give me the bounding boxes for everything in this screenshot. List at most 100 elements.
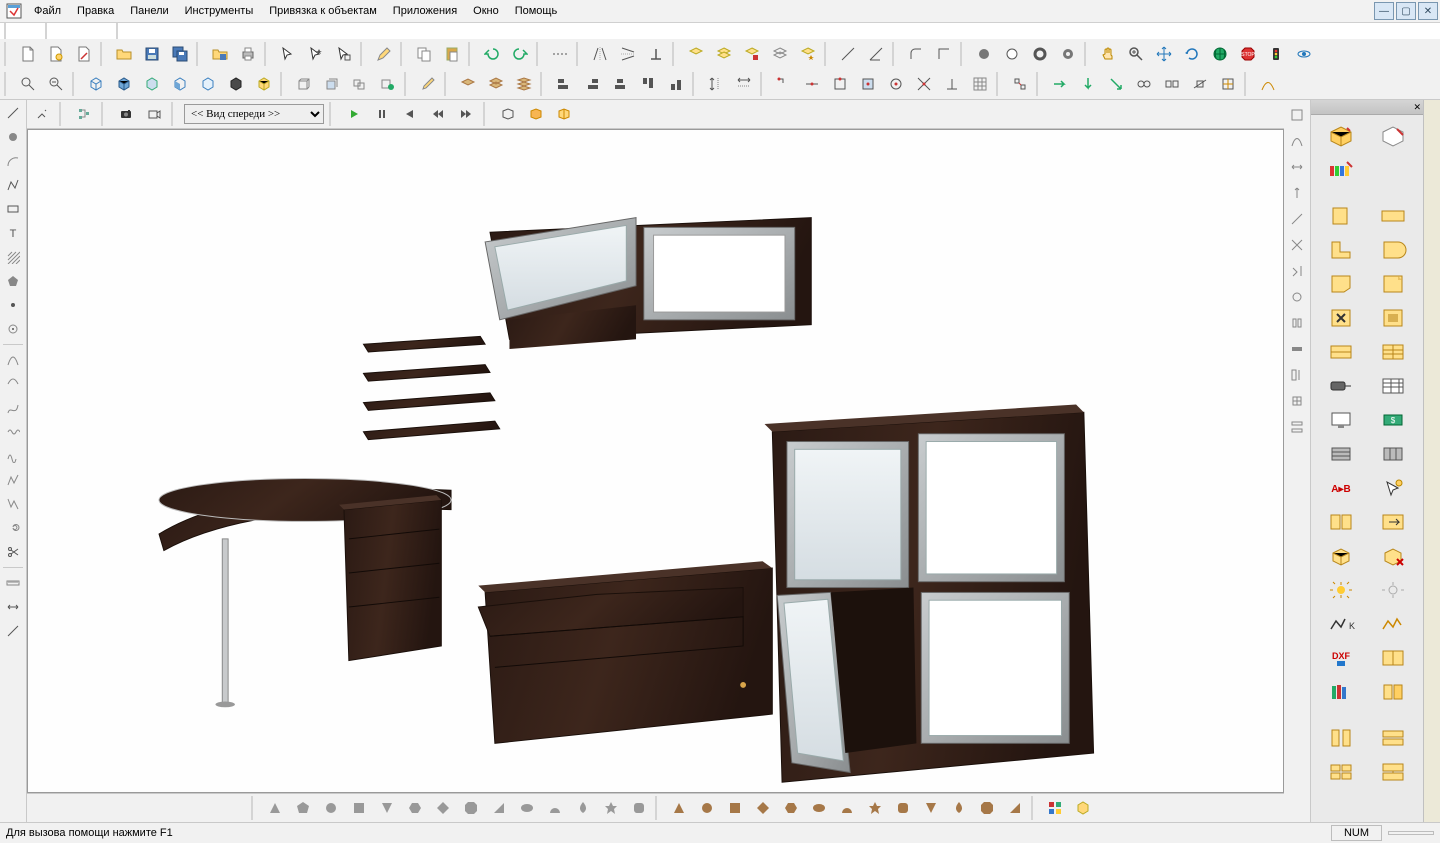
- pal-rainbow-icon[interactable]: [1320, 155, 1362, 185]
- pencil-icon[interactable]: [371, 41, 397, 67]
- cube-half-icon[interactable]: [139, 71, 165, 97]
- snap-int-icon[interactable]: [911, 71, 937, 97]
- line-tool-icon[interactable]: [1, 102, 25, 124]
- menu-tools[interactable]: Инструменты: [177, 2, 262, 20]
- zig1-icon[interactable]: [1, 469, 25, 491]
- palette-scrollbar[interactable]: [1423, 100, 1440, 822]
- pal-copy-panels-icon[interactable]: [1372, 643, 1414, 673]
- rn-11-icon[interactable]: [1285, 364, 1309, 386]
- stop-icon[interactable]: STOP: [1235, 41, 1261, 67]
- bshape-13-icon[interactable]: [1002, 795, 1028, 821]
- pal-arrow-panel-icon[interactable]: [1372, 507, 1414, 537]
- print-icon[interactable]: [235, 41, 261, 67]
- pal-hsplit2-icon[interactable]: [1372, 757, 1414, 787]
- rn-12-icon[interactable]: [1285, 390, 1309, 412]
- pal-panel-round-icon[interactable]: [1372, 235, 1414, 265]
- rn-10-icon[interactable]: [1285, 338, 1309, 360]
- snap-center-icon[interactable]: [883, 71, 909, 97]
- globe-icon[interactable]: [1207, 41, 1233, 67]
- cursor-icon[interactable]: [275, 41, 301, 67]
- menu-file[interactable]: Файл: [26, 2, 69, 20]
- close-window-button[interactable]: ✕: [1418, 2, 1438, 20]
- bshape-7-icon[interactable]: [834, 795, 860, 821]
- pal-zig2-icon[interactable]: [1372, 609, 1414, 639]
- wave2-icon[interactable]: [1, 445, 25, 467]
- layer-star-icon[interactable]: [795, 41, 821, 67]
- zoom-icon[interactable]: [1123, 41, 1149, 67]
- pal-box3d-icon[interactable]: [1320, 541, 1362, 571]
- align-top-icon[interactable]: [635, 71, 661, 97]
- save-all-icon[interactable]: [167, 41, 193, 67]
- rew-icon[interactable]: [426, 102, 450, 126]
- misc4-icon[interactable]: [1215, 71, 1241, 97]
- spline-icon[interactable]: [1, 397, 25, 419]
- dim-h-icon[interactable]: [731, 71, 757, 97]
- layer-frame-icon[interactable]: [767, 41, 793, 67]
- snap-grid-icon[interactable]: [967, 71, 993, 97]
- donut-icon[interactable]: [1055, 41, 1081, 67]
- pal-split-icon[interactable]: [1320, 507, 1362, 537]
- round-corner-icon[interactable]: [903, 41, 929, 67]
- pal-ab-icon[interactable]: A▸B: [1320, 473, 1362, 503]
- hand-pan-icon[interactable]: [1095, 41, 1121, 67]
- rn-4-icon[interactable]: [1285, 182, 1309, 204]
- mirror-v-icon[interactable]: [615, 41, 641, 67]
- rn-13-icon[interactable]: [1285, 416, 1309, 438]
- pal-zigk-icon[interactable]: K: [1320, 609, 1362, 639]
- box-globe-icon[interactable]: [375, 71, 401, 97]
- palette-close-icon[interactable]: ✕: [1413, 102, 1421, 113]
- cube-dark-icon[interactable]: [223, 71, 249, 97]
- snap-perp-icon[interactable]: [939, 71, 965, 97]
- shape-ell-icon[interactable]: [514, 795, 540, 821]
- zoom-in-icon[interactable]: [15, 71, 41, 97]
- shape-rsq-icon[interactable]: [626, 795, 652, 821]
- pal-label-icon[interactable]: [1320, 371, 1362, 401]
- maximize-button[interactable]: ▢: [1396, 2, 1416, 20]
- cube-front-icon[interactable]: [167, 71, 193, 97]
- pal-panel-v-icon[interactable]: [1320, 201, 1362, 231]
- align-right-icon[interactable]: [579, 71, 605, 97]
- bshape-color1-icon[interactable]: [1042, 795, 1068, 821]
- pal-tape-icon[interactable]: [1372, 303, 1414, 333]
- pal-table-icon[interactable]: [1372, 371, 1414, 401]
- box-orange-icon[interactable]: [524, 102, 548, 126]
- rn-3-icon[interactable]: [1285, 156, 1309, 178]
- rn-8-icon[interactable]: [1285, 286, 1309, 308]
- prev-icon[interactable]: [398, 102, 422, 126]
- cube-solid-icon[interactable]: [111, 71, 137, 97]
- menu-snap[interactable]: Привязка к объектам: [261, 2, 385, 20]
- pal-books-icon[interactable]: [1320, 677, 1362, 707]
- layer1-icon[interactable]: [683, 41, 709, 67]
- align-bottom-icon[interactable]: [663, 71, 689, 97]
- pal-hatch1-icon[interactable]: [1320, 439, 1362, 469]
- misc1-icon[interactable]: [1131, 71, 1157, 97]
- circle-fill-icon[interactable]: [971, 41, 997, 67]
- shape-tri1-icon[interactable]: [262, 795, 288, 821]
- snap-face-icon[interactable]: [855, 71, 881, 97]
- pal-money-icon[interactable]: $: [1372, 405, 1414, 435]
- misc2-icon[interactable]: [1159, 71, 1185, 97]
- bshape-5-icon[interactable]: [778, 795, 804, 821]
- snap-edge-icon[interactable]: [827, 71, 853, 97]
- redo-icon[interactable]: [507, 41, 533, 67]
- bshape-1-icon[interactable]: [666, 795, 692, 821]
- open-folder-icon[interactable]: [111, 41, 137, 67]
- sharp-corner-icon[interactable]: [931, 41, 957, 67]
- copy-icon[interactable]: [411, 41, 437, 67]
- misc5-icon[interactable]: [1255, 71, 1281, 97]
- pal-folder-panels-icon[interactable]: [1372, 677, 1414, 707]
- menu-panels[interactable]: Панели: [122, 2, 176, 20]
- pal-box-edit-icon[interactable]: [1372, 121, 1414, 151]
- curve1-icon[interactable]: [1, 349, 25, 371]
- move-arrows-icon[interactable]: [1151, 41, 1177, 67]
- pal-screen-icon[interactable]: [1320, 405, 1362, 435]
- view-selector[interactable]: << Вид спереди >>: [184, 104, 324, 124]
- polyline-tool-icon[interactable]: [1, 174, 25, 196]
- pal-shelf-icon[interactable]: [1372, 337, 1414, 367]
- ruler-icon[interactable]: [1, 572, 25, 594]
- align-center-icon[interactable]: [607, 71, 633, 97]
- shape-star-icon[interactable]: [598, 795, 624, 821]
- shape-oct-icon[interactable]: [458, 795, 484, 821]
- box-panel-icon[interactable]: [319, 71, 345, 97]
- pal-box-yellow-icon[interactable]: [1320, 121, 1362, 151]
